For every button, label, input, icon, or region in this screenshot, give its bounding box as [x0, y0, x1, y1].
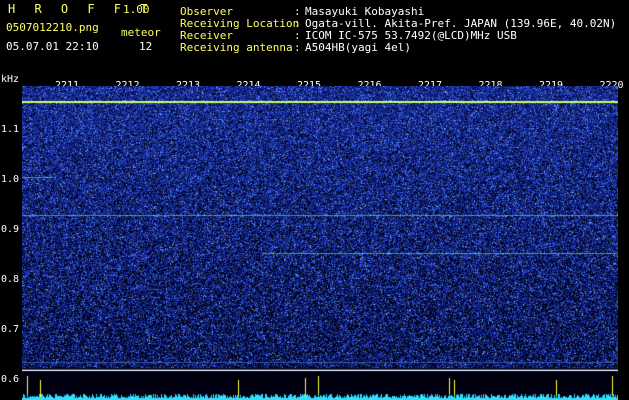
- y-axis-unit: kHz: [1, 74, 20, 85]
- separator: :: [294, 41, 301, 54]
- counter-label: meteor: [121, 26, 161, 39]
- y-tick-label: 0.7: [1, 324, 20, 335]
- header-panel: H R O F F T 1.00 0507012210.png meteor 0…: [0, 0, 629, 80]
- spectrogram-canvas: [22, 86, 618, 400]
- y-tick-label: 0.8: [1, 274, 20, 285]
- antenna-label: Receiving antenna: [180, 41, 293, 54]
- y-tick-label: 0.9: [1, 224, 20, 235]
- file-name: 0507012210.png: [6, 21, 99, 34]
- app-version: 1.00: [123, 3, 150, 16]
- y-tick-label: 1.0: [1, 174, 20, 185]
- y-tick-label: 1.1: [1, 124, 20, 135]
- capture-datetime: 05.07.01 22:10: [6, 40, 99, 53]
- y-tick-label: 0.6: [1, 374, 20, 385]
- antenna-value: A504HB(yagi 4el): [305, 41, 411, 54]
- meteor-count: 12: [139, 40, 153, 53]
